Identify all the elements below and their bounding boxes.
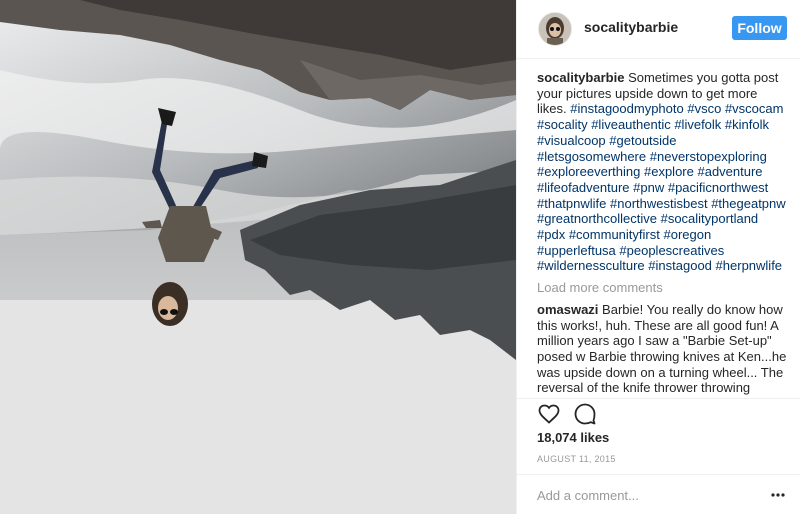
- comments-section[interactable]: socalitybarbie Sometimes you gotta post …: [537, 70, 787, 396]
- hashtag-link[interactable]: #lifeofadventure: [537, 180, 630, 195]
- likes-count[interactable]: 18,074 likes: [537, 430, 609, 445]
- hashtag-link[interactable]: #explore: [644, 164, 694, 179]
- hashtag-link[interactable]: #letsgosomewhere: [537, 149, 646, 164]
- hashtag-link[interactable]: #herpnwlife: [716, 258, 783, 273]
- post-details-panel: socalitybarbie Follow socalitybarbie Som…: [516, 0, 800, 514]
- hashtag-link[interactable]: #northwestisbest: [610, 196, 708, 211]
- hashtag-link[interactable]: #vscocam: [725, 101, 784, 116]
- add-comment-input[interactable]: [537, 486, 757, 504]
- hashtag-link[interactable]: #getoutside: [609, 133, 676, 148]
- hashtag-link[interactable]: #oregon: [663, 227, 711, 242]
- hashtag-link[interactable]: #socality: [537, 117, 588, 132]
- hashtag-link[interactable]: #pacificnorthwest: [668, 180, 768, 195]
- hashtag-link[interactable]: #liveauthentic: [591, 117, 671, 132]
- hashtag-link[interactable]: #visualcoop: [537, 133, 606, 148]
- hashtag-link[interactable]: #socalityportland: [661, 211, 759, 226]
- caption-username[interactable]: socalitybarbie: [537, 70, 624, 85]
- hashtag-link[interactable]: #greatnorthcollective: [537, 211, 657, 226]
- post-photo[interactable]: [0, 0, 516, 514]
- follow-button[interactable]: Follow: [732, 16, 787, 40]
- hashtag-link[interactable]: #livefolk: [674, 117, 721, 132]
- comment: omaswazi Barbie! You really do know how …: [537, 302, 787, 396]
- hashtag-link[interactable]: #exploreeverthing: [537, 164, 640, 179]
- add-comment-divider: [517, 474, 800, 475]
- hashtag-link[interactable]: #vsco: [687, 101, 721, 116]
- hashtag-link[interactable]: #kinfolk: [725, 117, 769, 132]
- hashtag-link[interactable]: #pdx: [537, 227, 565, 242]
- hashtag-link[interactable]: #wildernessculture: [537, 258, 645, 273]
- hashtag-link[interactable]: #pnw: [633, 180, 664, 195]
- hashtag-link[interactable]: #upperleftusa: [537, 243, 616, 258]
- hashtag-link[interactable]: #communityfirst: [569, 227, 660, 242]
- post-date: AUGUST 11, 2015: [537, 454, 616, 464]
- hashtag-link[interactable]: #instagood: [648, 258, 712, 273]
- hashtag-link[interactable]: #thatpnwlife: [537, 196, 606, 211]
- caption: socalitybarbie Sometimes you gotta post …: [537, 70, 787, 274]
- hashtag-link[interactable]: #neverstopexploring: [650, 149, 767, 164]
- more-options-icon[interactable]: [770, 486, 786, 502]
- avatar[interactable]: [538, 12, 572, 46]
- hashtag-link[interactable]: #instagoodmyphoto: [570, 101, 683, 116]
- hashtag-link[interactable]: #adventure: [697, 164, 762, 179]
- post-username[interactable]: socalitybarbie: [584, 19, 678, 35]
- comment-username[interactable]: omaswazi: [537, 302, 598, 317]
- load-more-comments[interactable]: Load more comments: [537, 280, 787, 296]
- comment-icon[interactable]: [573, 402, 597, 426]
- header-divider: [517, 58, 800, 59]
- hashtag-link[interactable]: #thegeatpnw: [711, 196, 785, 211]
- post-header: socalitybarbie Follow: [517, 0, 800, 58]
- heart-icon[interactable]: [537, 402, 561, 426]
- hashtag-link[interactable]: #peoplescreatives: [619, 243, 724, 258]
- actions-divider: [517, 398, 800, 399]
- action-bar: [537, 402, 787, 426]
- hashtag-list: #instagoodmyphoto #vsco #vscocam #socali…: [537, 101, 786, 273]
